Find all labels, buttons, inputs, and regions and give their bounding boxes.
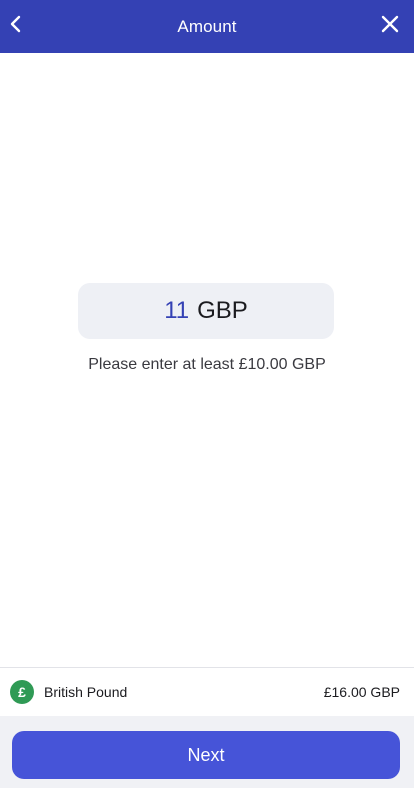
amount-input[interactable]: 11 GBP xyxy=(78,283,334,339)
amount-screen: Amount 11 GBP Please enter at least £10.… xyxy=(0,0,414,788)
pound-icon: £ xyxy=(10,680,34,704)
currency-selector[interactable]: £ British Pound £16.00 GBP xyxy=(0,667,414,716)
header-bar: Amount xyxy=(0,0,414,53)
close-icon xyxy=(381,15,399,33)
footer: Next xyxy=(0,716,414,788)
amount-value: 11 xyxy=(164,297,190,324)
close-button[interactable] xyxy=(378,12,402,36)
minimum-amount-hint: Please enter at least £10.00 GBP xyxy=(88,356,326,373)
currency-name: British Pound xyxy=(44,684,128,700)
amount-currency: GBP xyxy=(197,297,248,324)
currency-balance: £16.00 GBP xyxy=(323,684,400,700)
chevron-left-icon xyxy=(10,15,21,33)
back-button[interactable] xyxy=(4,12,28,36)
page-title: Amount xyxy=(177,16,237,36)
next-button[interactable]: Next xyxy=(12,731,400,779)
